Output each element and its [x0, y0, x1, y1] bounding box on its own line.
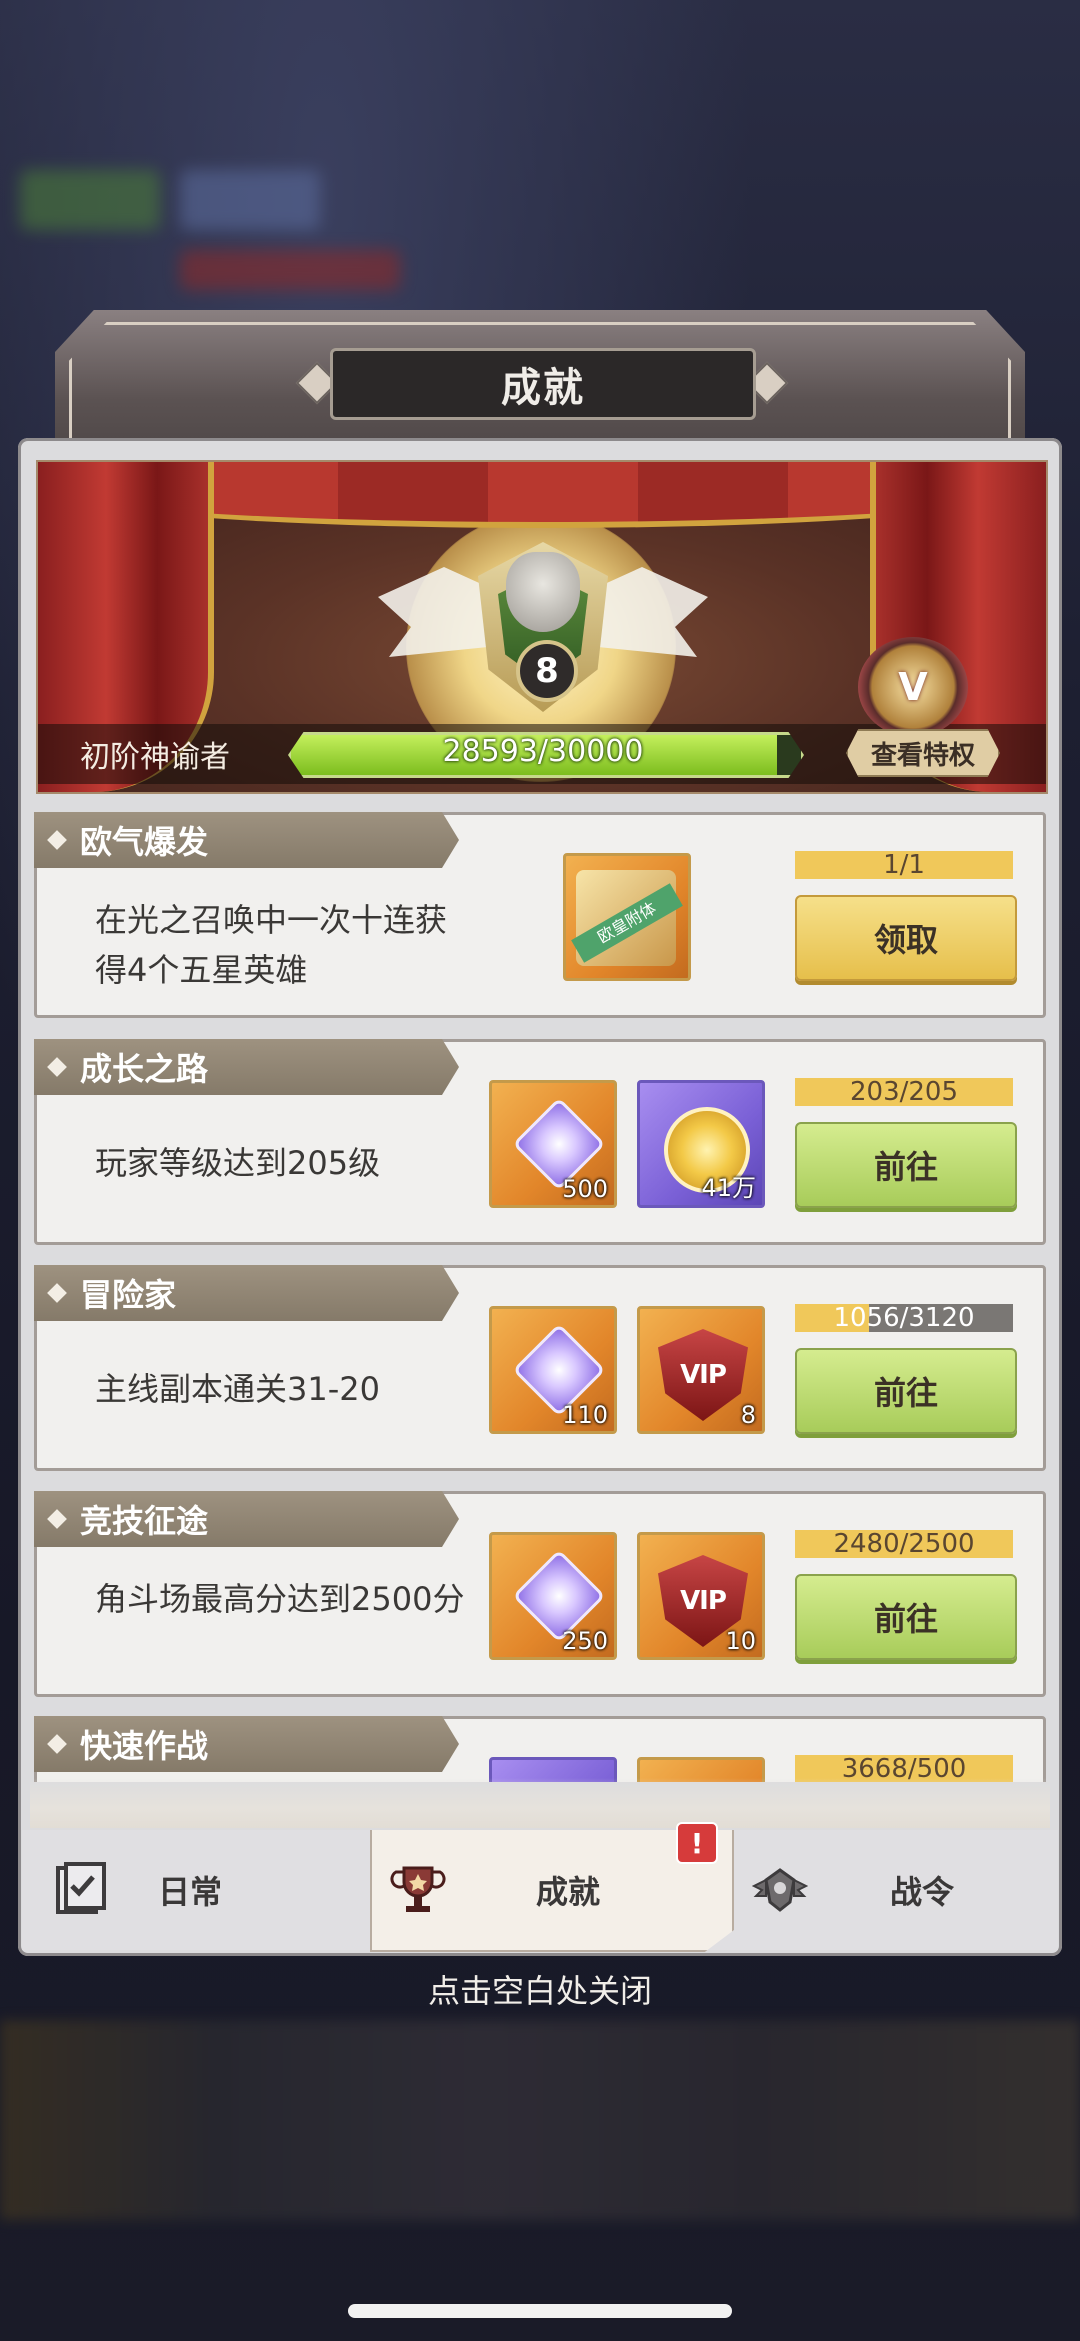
rank-level: 8 — [535, 651, 559, 691]
blurred-background-element — [20, 170, 160, 230]
checklist-icon — [56, 1862, 106, 1914]
achievement-title: 冒险家 — [80, 1276, 177, 1314]
achievement-title-tab: 欧气爆发 — [34, 812, 459, 868]
reward-item[interactable]: VIP 8 — [637, 1306, 765, 1434]
close-hint[interactable]: 点击空白处关闭 — [0, 1966, 1080, 2012]
reward-quantity: 10 — [725, 1627, 756, 1655]
achievement-description: 主线副本通关31-20 — [95, 1370, 380, 1408]
tab-daily[interactable]: 日常 — [52, 1830, 352, 1950]
achievement-card: 欧气爆发 在光之召唤中一次十连获得4个五星英雄 欧皇附体 1/1 领取 — [34, 812, 1046, 1018]
vip-badge-icon: VIP — [658, 1329, 748, 1421]
frame-sash-label: 欧皇附体 — [571, 883, 683, 963]
diamond-bullet-icon — [47, 1283, 67, 1303]
achievement-title-tab: 成长之路 — [34, 1039, 459, 1095]
achievement-banner: 8 初阶神谕者 28593/30000 V 查看特权 — [36, 460, 1048, 794]
achievement-description: 在光之召唤中一次十连获得4个五星英雄 — [95, 901, 448, 989]
achievement-title: 成长之路 — [80, 1050, 209, 1088]
achievement-progress: 2480/2500 — [795, 1530, 1013, 1558]
claim-button-label: 领取 — [873, 921, 938, 959]
achievement-progress: 1/1 — [795, 851, 1013, 879]
achievement-title: 竞技征途 — [80, 1502, 209, 1540]
achievement-progress-text: 1/1 — [883, 850, 925, 880]
achievement-progress-text: 2480/2500 — [833, 1529, 975, 1559]
rank-name: 初阶神谕者 — [80, 740, 230, 775]
achievement-title: 快速作战 — [80, 1727, 209, 1765]
reward-item[interactable]: 欧皇附体 — [563, 853, 691, 981]
diamond-bullet-icon — [47, 1057, 67, 1077]
view-privilege-label: 查看特权 — [870, 740, 975, 771]
achievement-progress-text: 203/205 — [849, 1077, 958, 1107]
blurred-background-element — [180, 170, 320, 230]
go-button-label: 前往 — [873, 1148, 938, 1186]
reward-item[interactable]: 110 — [489, 1306, 617, 1434]
go-button[interactable]: 前往 — [795, 1348, 1017, 1434]
achievement-card: 成长之路 玩家等级达到205级 500 41万 203/205 前往 — [34, 1039, 1046, 1245]
reward-quantity: 250 — [562, 1627, 608, 1655]
achievement-title-tab: 竞技征途 — [34, 1491, 459, 1547]
list-bottom-fade — [30, 1778, 1050, 1828]
home-indicator[interactable] — [348, 2304, 732, 2318]
achievement-card: 快速作战 3668/500 — [34, 1716, 1046, 1782]
privilege-crest-icon[interactable]: V — [858, 637, 968, 737]
tab-battle-pass[interactable]: 战令 — [732, 1830, 1052, 1950]
achievement-card: 竞技征途 角斗场最高分达到2500分 250 VIP 10 2480/2500 … — [34, 1491, 1046, 1697]
reward-quantity: 500 — [562, 1175, 608, 1203]
vip-badge-label: VIP — [680, 1360, 727, 1390]
tab-label: 日常 — [158, 1873, 223, 1911]
wing-emblem-icon — [752, 1868, 808, 1912]
claim-button[interactable]: 领取 — [795, 895, 1017, 981]
reward-quantity: 8 — [740, 1401, 756, 1429]
diamond-bullet-icon — [47, 1734, 67, 1754]
diamond-bullet-icon — [47, 1509, 67, 1529]
reward-item[interactable]: 41万 — [637, 1080, 765, 1208]
blurred-background-strip — [0, 2020, 1080, 2220]
vip-badge-label: VIP — [680, 1586, 727, 1616]
privilege-crest-letter: V — [898, 665, 928, 709]
go-button-label: 前往 — [873, 1600, 938, 1638]
trophy-icon — [390, 1866, 446, 1912]
go-button-label: 前往 — [873, 1374, 938, 1412]
achievement-progress: 203/205 — [795, 1078, 1013, 1106]
notification-badge: ! — [676, 1822, 718, 1864]
tab-label: 战令 — [890, 1873, 955, 1911]
ram-skull-icon — [506, 552, 580, 632]
reward-item[interactable]: 250 — [489, 1532, 617, 1660]
achievement-progress-text: 1056/3120 — [833, 1303, 975, 1333]
avatar-frame-icon: 欧皇附体 — [571, 870, 683, 966]
reward-quantity: 41万 — [701, 1174, 756, 1202]
panel-title: 成就 — [501, 365, 585, 411]
view-privilege-button[interactable]: 查看特权 — [846, 729, 1000, 777]
rank-level-badge: 8 — [516, 640, 578, 702]
achievement-title-tab: 快速作战 — [34, 1716, 459, 1772]
go-button[interactable]: 前往 — [795, 1574, 1017, 1660]
achievement-card: 冒险家 主线副本通关31-20 110 VIP 8 1056/3120 前往 — [34, 1265, 1046, 1471]
reward-item[interactable]: VIP 10 — [637, 1532, 765, 1660]
exp-progress-text: 28593/30000 — [442, 734, 644, 769]
panel-title-bar: 成就 — [330, 348, 756, 420]
reward-item[interactable]: 500 — [489, 1080, 617, 1208]
reward-quantity: 110 — [562, 1401, 608, 1429]
achievement-description: 角斗场最高分达到2500分 — [95, 1580, 465, 1618]
achievement-title-tab: 冒险家 — [34, 1265, 459, 1321]
tab-label: 成就 — [536, 1873, 601, 1911]
diamond-bullet-icon — [47, 830, 67, 850]
achievement-progress: 1056/3120 — [795, 1304, 1013, 1332]
go-button[interactable]: 前往 — [795, 1122, 1017, 1208]
achievement-list[interactable]: 欧气爆发 在光之召唤中一次十连获得4个五星英雄 欧皇附体 1/1 领取 成长之路… — [34, 812, 1046, 1782]
achievement-title: 欧气爆发 — [80, 823, 209, 861]
blurred-background-element — [180, 250, 400, 290]
achievement-description: 玩家等级达到205级 — [95, 1144, 381, 1182]
bottom-tab-bar: 日常 成就 战令 — [22, 1830, 1058, 1952]
